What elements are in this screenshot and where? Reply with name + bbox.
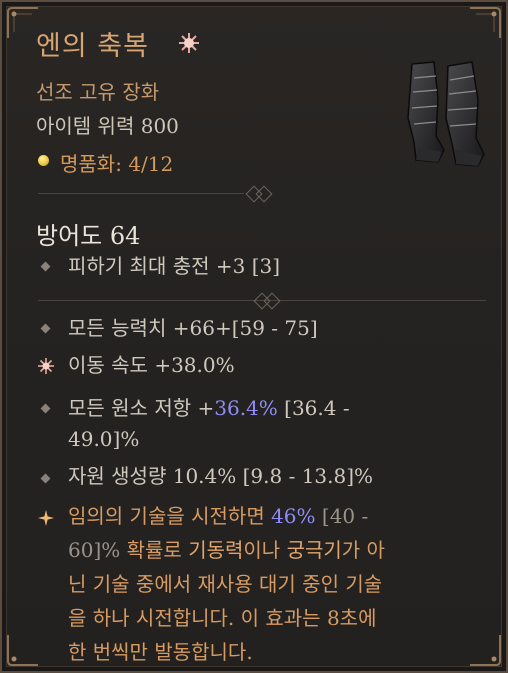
affix-label: 모든 능력치	[68, 316, 167, 340]
item-name: 엔의 축복	[36, 31, 149, 62]
frame-corner-ornament	[7, 635, 38, 666]
affix-value-prefix: +	[197, 396, 215, 420]
keyword-mobility: 기동력	[188, 538, 244, 562]
masterwork-line: 명품화: 4/12	[60, 148, 173, 177]
affix-resource-generation[interactable]: 자원 생성량 10.4% [9.8 - 13.8]%	[68, 461, 373, 492]
affix-label: 이동 속도	[68, 353, 148, 377]
item-power: 아이템 위력 800	[36, 114, 179, 138]
diamond-bullet-icon	[40, 403, 51, 414]
unique-line3: 닌 기술 중에서 재사용 대기 중인 기술	[68, 572, 383, 596]
implicit-affix[interactable]: 피하기 최대 충전 +3 [3]	[68, 251, 280, 282]
unique-part4: 가 아	[341, 538, 385, 562]
unique-range-line2: 60]%	[68, 538, 121, 562]
keyword-ultimate: 궁극기	[286, 538, 342, 562]
greater-affix-star-icon	[38, 358, 54, 374]
section-divider	[38, 292, 486, 310]
frame-corner-ornament	[470, 7, 501, 38]
diamond-bullet-icon	[40, 323, 51, 334]
affix-label: 피하기 최대 충전	[68, 254, 210, 278]
masterwork-dot-icon	[38, 155, 49, 166]
affix-range-line2: 49.0]%	[68, 427, 140, 451]
unique-part1: 임의의 기술을 시전하면	[68, 504, 272, 528]
frame-corner-ornament	[7, 7, 38, 38]
affix-label: 자원 생성량	[68, 464, 167, 488]
affix-value: 10.4%	[172, 464, 237, 488]
frame-corner-ornament	[470, 635, 501, 666]
unique-part3: 이나	[243, 538, 287, 562]
affix-value: +3	[215, 254, 246, 278]
affix-value: 36.4%	[214, 396, 278, 420]
item-type: 선조 고유 장화	[36, 80, 160, 104]
item-tooltip: 엔의 축복 선조 고유 장화 아이템 위력 800 명품화: 4/12 방어도 …	[0, 0, 508, 673]
unique-power-star-icon	[38, 510, 54, 526]
unique-range-line1: [40 -	[315, 504, 369, 528]
affix-range-line1: [36.4 -	[284, 396, 350, 420]
affix-range: [3]	[251, 254, 281, 278]
masterwork-label: 명품화:	[60, 152, 122, 176]
unique-part2: 확률로	[120, 538, 189, 562]
affix-range: [9.8 - 13.8]%	[242, 464, 374, 488]
affix-label: 모든 원소 저항	[68, 396, 192, 420]
affix-value: +66	[172, 316, 215, 340]
diamond-bullet-icon	[40, 473, 51, 484]
affix-value: +38.0%	[154, 353, 235, 377]
affix-all-resist[interactable]: 모든 원소 저항 +36.4% [36.4 - 49.0]%	[68, 393, 468, 455]
section-divider	[38, 185, 478, 203]
armor-value: 방어도 64	[36, 222, 141, 250]
diamond-bullet-icon	[40, 261, 51, 272]
unique-power-text[interactable]: 임의의 기술을 시전하면 46% [40 - 60]% 확률로 기동력이나 궁극…	[68, 499, 468, 669]
unique-value: 46%	[271, 504, 316, 528]
unique-star-icon	[179, 33, 199, 53]
affix-range: +[59 - 75]	[214, 316, 318, 340]
affix-movement-speed[interactable]: 이동 속도 +38.0%	[68, 350, 235, 381]
boots-item-icon[interactable]	[398, 58, 490, 170]
masterwork-value: 4/12	[128, 152, 174, 176]
affix-all-stats[interactable]: 모든 능력치 +66+[59 - 75]	[68, 313, 318, 344]
unique-line5: 한 번씩만 발동합니다.	[68, 640, 253, 664]
unique-line4: 을 하나 시전합니다. 이 효과는 8초에	[68, 606, 377, 630]
